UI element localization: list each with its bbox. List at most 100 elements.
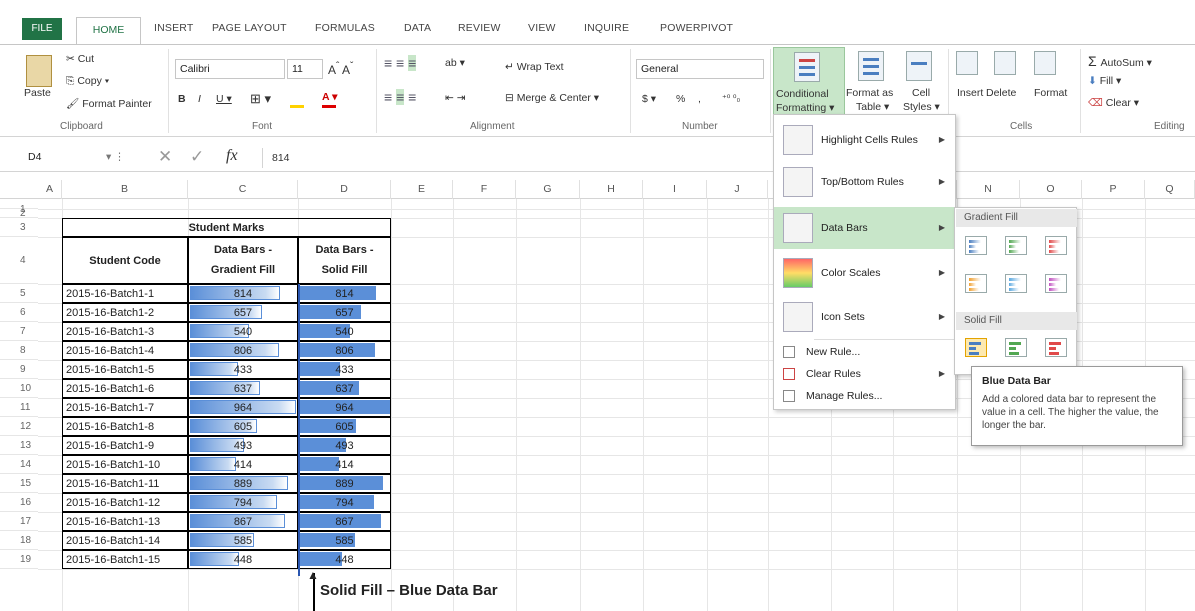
paste-button[interactable]: Paste — [24, 87, 51, 99]
bold-icon[interactable]: B — [178, 93, 186, 105]
solid-data-bar-option[interactable] — [1005, 338, 1027, 357]
gradient-bar-cell[interactable]: 414 — [188, 455, 298, 474]
student-code-cell[interactable]: 2015-16-Batch1-5 — [62, 360, 188, 379]
tab-page-layout[interactable]: PAGE LAYOUT — [212, 22, 287, 34]
solid-bar-cell[interactable]: 540 — [298, 322, 391, 341]
solid-data-bar-option[interactable] — [1045, 338, 1067, 357]
gradient-bar-cell[interactable]: 889 — [188, 474, 298, 493]
column-header-a[interactable]: A — [38, 180, 62, 199]
gradient-bar-cell[interactable]: 433 — [188, 360, 298, 379]
align-top-icon[interactable]: ≡ ≡ ≡ — [384, 55, 417, 71]
comma-icon[interactable]: , — [698, 93, 701, 105]
header-solid-fill[interactable]: Data Bars - Solid Fill — [298, 237, 391, 284]
solid-bar-cell[interactable]: 493 — [298, 436, 391, 455]
student-code-cell[interactable]: 2015-16-Batch1-14 — [62, 531, 188, 550]
menu-top-bottom-rules[interactable]: Top/Bottom Rules ▶ — [774, 163, 955, 201]
gradient-bar-cell[interactable]: 806 — [188, 341, 298, 360]
insert-cells-icon[interactable] — [956, 51, 978, 75]
student-code-cell[interactable]: 2015-16-Batch1-8 — [62, 417, 188, 436]
row-header-16[interactable]: 16 — [0, 493, 38, 512]
cancel-icon[interactable]: ✕ — [158, 147, 172, 167]
solid-bar-cell[interactable]: 433 — [298, 360, 391, 379]
gradient-bar-cell[interactable]: 637 — [188, 379, 298, 398]
row-header-11[interactable]: 11 — [0, 398, 38, 417]
format-as-table-button[interactable]: Format as — [846, 87, 893, 99]
gradient-bar-cell[interactable]: 448 — [188, 550, 298, 569]
student-code-cell[interactable]: 2015-16-Batch1-9 — [62, 436, 188, 455]
tab-inquire[interactable]: INQUIRE — [584, 22, 629, 34]
menu-highlight-cells-rules[interactable]: Highlight Cells Rules ▶ — [774, 121, 955, 159]
tab-file[interactable]: FILE — [22, 18, 62, 40]
copy-button[interactable]: ⎘ Copy ▾ — [66, 75, 109, 88]
decimal-icon[interactable]: ⁺⁰ ⁰₀ — [722, 93, 740, 104]
solid-bar-cell[interactable]: 637 — [298, 379, 391, 398]
align-left-icon[interactable]: ≡ ≡ ≡ — [384, 89, 416, 105]
paste-icon[interactable] — [26, 55, 52, 87]
insert-cells-button[interactable]: Insert — [957, 87, 983, 99]
row-header-1[interactable]: 1 — [0, 199, 38, 215]
solid-bar-cell[interactable]: 806 — [298, 341, 391, 360]
format-cells-button[interactable]: Format — [1034, 87, 1067, 99]
menu-data-bars[interactable]: Data Bars ▶ — [774, 207, 955, 249]
row-header-12[interactable]: 12 — [0, 417, 38, 436]
student-code-cell[interactable]: 2015-16-Batch1-12 — [62, 493, 188, 512]
conditional-formatting-button[interactable]: Conditional Formatting ▾ — [773, 47, 845, 115]
solid-bar-cell[interactable]: 794 — [298, 493, 391, 512]
cell-styles-button[interactable]: Cell — [912, 87, 930, 99]
menu-color-scales[interactable]: Color Scales ▶ — [774, 253, 955, 293]
gradient-bar-cell[interactable]: 867 — [188, 512, 298, 531]
column-header-f[interactable]: F — [453, 180, 516, 199]
cell-styles-icon[interactable] — [906, 51, 932, 81]
underline-icon[interactable]: U ▾ — [216, 93, 232, 105]
gradient-data-bar-option[interactable] — [1005, 274, 1027, 293]
tab-review[interactable]: REVIEW — [458, 22, 501, 34]
autosum-button[interactable]: Σ AutoSum ▾ — [1088, 53, 1152, 69]
fill-button[interactable]: ⬇ Fill ▾ — [1088, 75, 1121, 87]
tab-view[interactable]: VIEW — [528, 22, 556, 34]
gradient-bar-cell[interactable]: 493 — [188, 436, 298, 455]
gradient-bar-cell[interactable]: 814 — [188, 284, 298, 303]
column-header-i[interactable]: I — [643, 180, 707, 199]
indent-icon[interactable]: ⇤ ⇥ — [445, 92, 466, 104]
column-header-c[interactable]: C — [188, 180, 298, 199]
student-code-cell[interactable]: 2015-16-Batch1-13 — [62, 512, 188, 531]
header-student-code[interactable]: Student Code — [62, 237, 188, 284]
gradient-bar-cell[interactable]: 657 — [188, 303, 298, 322]
gradient-bar-cell[interactable]: 794 — [188, 493, 298, 512]
tab-formulas[interactable]: FORMULAS — [315, 22, 375, 34]
row-header-13[interactable]: 13 — [0, 436, 38, 455]
menu-new-rule[interactable]: New Rule... — [774, 343, 955, 363]
gradient-data-bar-option[interactable] — [1045, 274, 1067, 293]
row-header-2[interactable]: 2 — [0, 209, 38, 219]
row-header-8[interactable]: 8 — [0, 341, 38, 360]
row-header-7[interactable]: 7 — [0, 322, 38, 341]
column-header-o[interactable]: O — [1020, 180, 1082, 199]
column-header-b[interactable]: B — [62, 180, 188, 199]
gradient-data-bar-option[interactable] — [1045, 236, 1067, 255]
font-grow-icon[interactable]: Aˆ Aˇ — [328, 61, 353, 77]
orientation-icon[interactable]: ab ▾ — [445, 57, 465, 69]
format-painter-button[interactable]: 🖌 Format Painter — [66, 97, 152, 110]
currency-icon[interactable]: $ ▾ — [642, 93, 656, 105]
column-header-h[interactable]: H — [580, 180, 643, 199]
solid-bar-cell[interactable]: 585 — [298, 531, 391, 550]
font-color-icon[interactable] — [322, 105, 336, 108]
gradient-bar-cell[interactable]: 540 — [188, 322, 298, 341]
font-size-select[interactable]: 11 — [287, 59, 323, 79]
row-header-6[interactable]: 6 — [0, 303, 38, 322]
student-code-cell[interactable]: 2015-16-Batch1-4 — [62, 341, 188, 360]
tab-powerpivot[interactable]: POWERPIVOT — [660, 22, 733, 34]
number-format-select[interactable]: General — [636, 59, 764, 79]
student-code-cell[interactable]: 2015-16-Batch1-3 — [62, 322, 188, 341]
table-title[interactable]: Student Marks — [62, 218, 391, 237]
solid-bar-cell[interactable]: 867 — [298, 512, 391, 531]
gradient-data-bar-option[interactable] — [965, 236, 987, 255]
column-header-g[interactable]: G — [516, 180, 580, 199]
gradient-bar-cell[interactable]: 605 — [188, 417, 298, 436]
italic-icon[interactable]: I — [198, 93, 201, 105]
gradient-data-bar-option[interactable] — [965, 274, 987, 293]
row-header-15[interactable]: 15 — [0, 474, 38, 493]
solid-bar-cell[interactable]: 964 — [298, 398, 391, 417]
column-header-d[interactable]: D — [298, 180, 391, 199]
delete-cells-icon[interactable] — [994, 51, 1016, 75]
